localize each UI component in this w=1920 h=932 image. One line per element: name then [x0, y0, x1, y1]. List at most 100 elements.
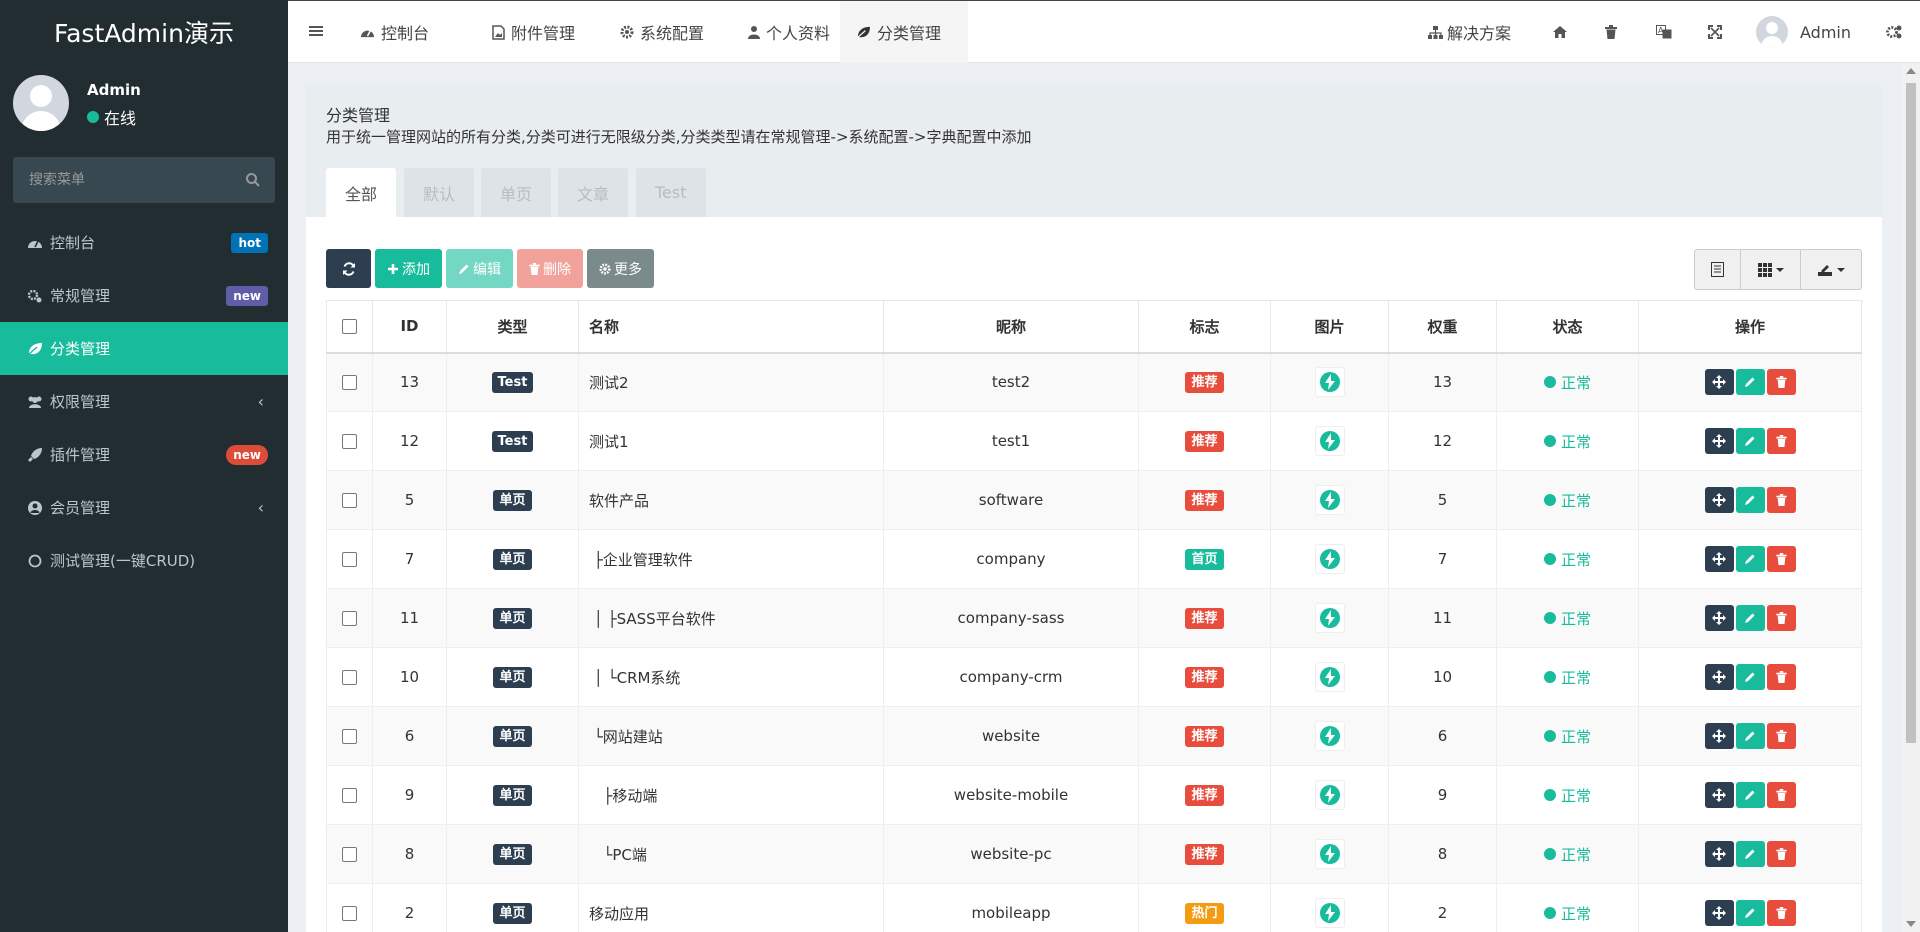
drag-sort-button[interactable] [1704, 546, 1734, 572]
image-thumbnail[interactable] [1314, 662, 1345, 692]
image-thumbnail[interactable] [1314, 721, 1345, 751]
solutions-link[interactable]: 解决方案 [1428, 1, 1511, 63]
table-row[interactable]: 6 单页 └网站建站 website 推荐 6 正常 [326, 706, 1862, 766]
row-delete-button[interactable] [1766, 723, 1796, 749]
search-icon[interactable] [245, 172, 261, 188]
row-checkbox[interactable] [342, 434, 357, 449]
delete-button[interactable]: 删除 [517, 249, 583, 288]
col-name[interactable]: 名称 [578, 300, 884, 354]
row-delete-button[interactable] [1766, 546, 1796, 572]
app-logo[interactable]: FastAdmin演示 [0, 0, 288, 63]
sidebar-item-permission[interactable]: 权限管理 ‹ [0, 375, 288, 428]
sidebar-item-dashboard[interactable]: 控制台 hot [0, 216, 288, 269]
scroll-up-arrow-icon[interactable] [1906, 68, 1916, 74]
clear-cache-button[interactable] [1605, 1, 1617, 63]
sidebar-item-members[interactable]: 会员管理 ‹ [0, 481, 288, 534]
image-thumbnail[interactable] [1314, 367, 1345, 398]
tab-test[interactable]: Test [636, 168, 706, 217]
sidebar-item-category[interactable]: 分类管理 [0, 322, 288, 375]
table-row[interactable]: 12 Test 测试1 test1 推荐 12 正常 [326, 411, 1862, 471]
col-flag[interactable]: 标志 [1138, 300, 1271, 354]
drag-sort-button[interactable] [1704, 900, 1734, 926]
row-edit-button[interactable] [1735, 487, 1765, 513]
scrollbar-thumb[interactable] [1906, 83, 1916, 743]
image-thumbnail[interactable] [1314, 898, 1345, 928]
image-thumbnail[interactable] [1314, 603, 1345, 633]
row-edit-button[interactable] [1735, 428, 1765, 454]
table-row[interactable]: 13 Test 测试2 test2 推荐 13 正常 [326, 352, 1862, 412]
row-delete-button[interactable] [1766, 841, 1796, 867]
col-type[interactable]: 类型 [446, 300, 579, 354]
row-edit-button[interactable] [1735, 723, 1765, 749]
table-row[interactable]: 7 单页 ├企业管理软件 company 首页 7 正常 [326, 529, 1862, 589]
sidebar-item-plugins[interactable]: 插件管理 new [0, 428, 288, 481]
control-sidebar-toggle[interactable] [1885, 1, 1903, 63]
row-edit-button[interactable] [1735, 900, 1765, 926]
row-edit-button[interactable] [1735, 546, 1765, 572]
drag-sort-button[interactable] [1704, 723, 1734, 749]
row-checkbox[interactable] [342, 493, 357, 508]
language-button[interactable]: A [1656, 1, 1672, 63]
fullscreen-button[interactable] [1708, 1, 1722, 63]
card-view-button[interactable] [1695, 250, 1741, 289]
image-thumbnail[interactable] [1314, 544, 1345, 574]
row-edit-button[interactable] [1735, 664, 1765, 690]
row-edit-button[interactable] [1735, 369, 1765, 396]
drag-sort-button[interactable] [1704, 605, 1734, 631]
more-button[interactable]: 更多 [587, 249, 654, 288]
row-checkbox[interactable] [342, 847, 357, 862]
add-button[interactable]: 添加 [375, 249, 442, 288]
tab-default[interactable]: 默认 [404, 168, 475, 217]
sidebar-item-general[interactable]: 常规管理 new [0, 269, 288, 322]
row-delete-button[interactable] [1766, 782, 1796, 808]
row-edit-button[interactable] [1735, 782, 1765, 808]
image-thumbnail[interactable] [1314, 780, 1345, 810]
tab-page[interactable]: 单页 [481, 168, 552, 217]
drag-sort-button[interactable] [1704, 487, 1734, 513]
row-delete-button[interactable] [1766, 369, 1796, 396]
col-id[interactable]: ID [372, 300, 447, 354]
table-row[interactable]: 2 单页 移动应用 mobileapp 热门 2 正常 [326, 883, 1862, 932]
tab-system-config[interactable]: 系统配置 [604, 1, 720, 63]
col-status[interactable]: 状态 [1496, 300, 1639, 354]
columns-dropdown[interactable] [1741, 250, 1801, 289]
tab-all[interactable]: 全部 [326, 168, 396, 217]
row-checkbox[interactable] [342, 788, 357, 803]
col-image[interactable]: 图片 [1270, 300, 1389, 354]
table-row[interactable]: 11 单页 │ ├SASS平台软件 company-sass 推荐 11 正常 [326, 588, 1862, 648]
drag-sort-button[interactable] [1704, 782, 1734, 808]
tab-article[interactable]: 文章 [558, 168, 629, 217]
image-thumbnail[interactable] [1314, 839, 1345, 869]
hamburger-menu-icon[interactable] [308, 23, 324, 39]
image-thumbnail[interactable] [1314, 485, 1345, 515]
drag-sort-button[interactable] [1704, 841, 1734, 867]
col-nickname[interactable]: 昵称 [883, 300, 1139, 354]
row-checkbox[interactable] [342, 611, 357, 626]
row-edit-button[interactable] [1735, 605, 1765, 631]
row-checkbox[interactable] [342, 906, 357, 921]
export-dropdown[interactable] [1801, 250, 1861, 289]
row-delete-button[interactable] [1766, 428, 1796, 454]
row-checkbox[interactable] [342, 670, 357, 685]
drag-sort-button[interactable] [1704, 369, 1734, 396]
table-row[interactable]: 10 单页 │ └CRM系统 company-crm 推荐 10 正常 [326, 647, 1862, 707]
page-scrollbar[interactable] [1902, 63, 1920, 932]
drag-sort-button[interactable] [1704, 428, 1734, 454]
row-edit-button[interactable] [1735, 841, 1765, 867]
user-menu[interactable]: Admin [1756, 1, 1851, 63]
col-weight[interactable]: 权重 [1388, 300, 1497, 354]
row-delete-button[interactable] [1766, 487, 1796, 513]
row-delete-button[interactable] [1766, 605, 1796, 631]
tab-attachments[interactable]: 附件管理 [476, 1, 591, 63]
sidebar-search-input[interactable] [13, 157, 233, 203]
row-checkbox[interactable] [342, 729, 357, 744]
row-delete-button[interactable] [1766, 900, 1796, 926]
image-thumbnail[interactable] [1314, 426, 1345, 456]
scroll-down-arrow-icon[interactable] [1906, 921, 1916, 927]
row-checkbox[interactable] [342, 375, 357, 391]
refresh-button[interactable] [326, 249, 371, 288]
tab-dashboard[interactable]: 控制台 [344, 1, 445, 63]
table-row[interactable]: 9 单页 ├移动端 website-mobile 推荐 9 正常 [326, 765, 1862, 825]
sidebar-item-test-crud[interactable]: 测试管理(一键CRUD) [0, 534, 288, 587]
row-delete-button[interactable] [1766, 664, 1796, 690]
